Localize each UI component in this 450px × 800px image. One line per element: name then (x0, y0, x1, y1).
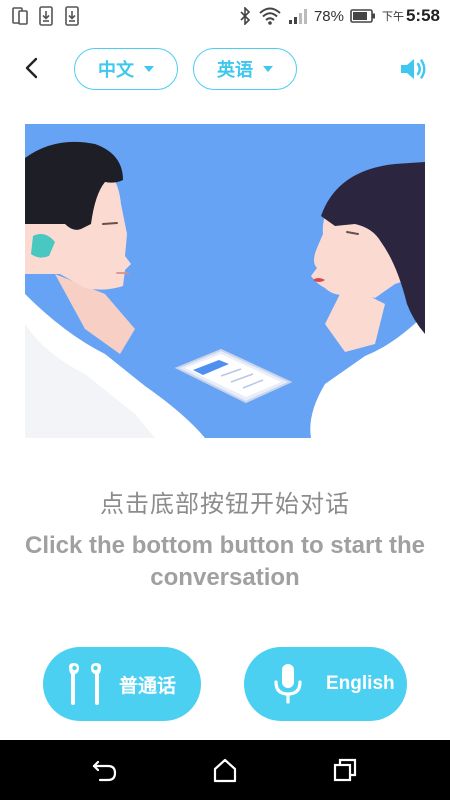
battery-icon (350, 9, 375, 23)
time-ampm: 下午 (381, 11, 404, 23)
clock-time: 5:58 (405, 6, 440, 25)
back-icon[interactable] (90, 756, 120, 784)
bluetooth-icon (240, 7, 251, 25)
status-bar: 78% 下午 5:58 (0, 0, 450, 32)
header: 中文 英语 (0, 42, 450, 96)
instruction-english: Click the bottom button to start the con… (25, 532, 425, 591)
download-icon (39, 6, 53, 26)
mandarin-speak-button[interactable]: 普通话 (43, 647, 201, 721)
earbuds-icon (69, 663, 101, 705)
download-icon (65, 6, 79, 26)
mandarin-button-label: 普通话 (119, 675, 177, 697)
source-language-label: 中文 (98, 60, 134, 80)
source-language-select[interactable]: 中文 (74, 48, 178, 90)
home-icon[interactable] (210, 756, 240, 784)
microphone-icon (274, 664, 302, 704)
instruction-chinese: 点击底部按钮开始对话 (100, 491, 350, 518)
speaker-icon[interactable] (398, 54, 428, 84)
status-left-icons (12, 6, 80, 26)
caret-down-icon (263, 66, 273, 72)
recents-icon[interactable] (330, 756, 360, 784)
battery-percent: 78% (313, 7, 344, 25)
navigation-bar (0, 740, 450, 800)
back-chevron-icon (25, 57, 38, 79)
target-language-select[interactable]: 英语 (193, 48, 297, 90)
conversation-illustration (25, 124, 425, 438)
signal-icon (288, 9, 307, 24)
english-button-label: English (326, 673, 395, 694)
english-speak-button[interactable]: English (244, 647, 407, 721)
caret-down-icon (144, 66, 154, 72)
status-right: 78% 下午 5:58 (238, 6, 440, 26)
wifi-icon (259, 7, 281, 25)
target-language-label: 英语 (217, 60, 253, 80)
back-button[interactable] (16, 52, 48, 84)
phone-tablet-icon (12, 7, 28, 25)
